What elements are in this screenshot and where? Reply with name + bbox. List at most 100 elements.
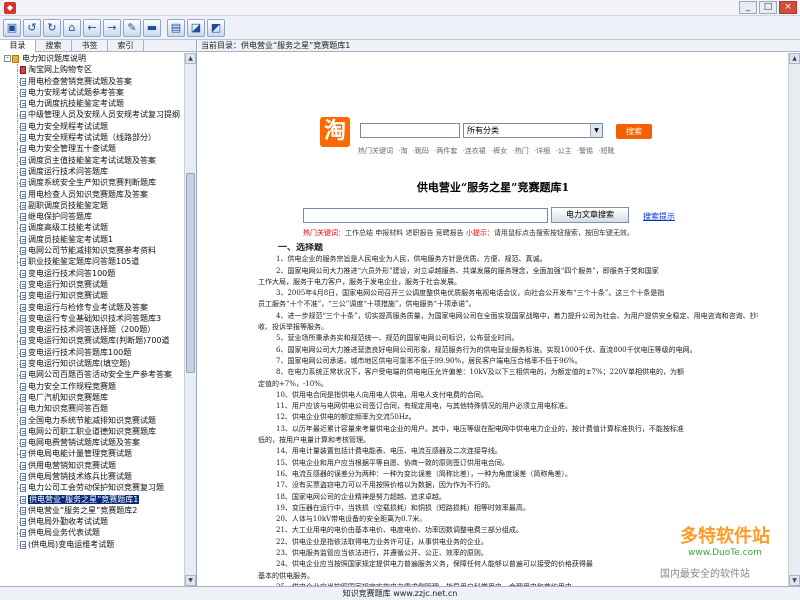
close-button[interactable]: × bbox=[779, 1, 797, 14]
refresh-icon[interactable]: ↻ bbox=[43, 18, 61, 37]
document-line: 基本的供电服务。 bbox=[258, 571, 314, 580]
content-scrollbar[interactable]: ▲ ▼ bbox=[788, 53, 800, 586]
hot-words[interactable]: 工作总结 申报材料 述职报告 竞聘报告 bbox=[345, 229, 464, 237]
tree-item[interactable]: 电力调度抗技能鉴定考试题 bbox=[0, 98, 184, 110]
tree-item[interactable]: 电力知识竞赛问答百题 bbox=[0, 403, 184, 415]
back-icon[interactable]: ↺ bbox=[23, 18, 41, 37]
tab-search[interactable]: 搜索 bbox=[36, 40, 72, 52]
scroll-down-icon[interactable]: ▼ bbox=[185, 575, 196, 586]
home-icon[interactable]: ⌂ bbox=[63, 18, 81, 37]
tree-item-label: 供电营业“服务之星”竞赛题库1 bbox=[28, 494, 140, 504]
minimize-button[interactable]: _ bbox=[739, 1, 757, 14]
taobao-logo[interactable]: 淘 bbox=[320, 117, 350, 147]
document-line: 21、大工业用电的电价由基本电价、电度电价、功率因数调整电费三部分组成。 bbox=[276, 526, 523, 535]
tree-item[interactable]: 变电运行知识试题库(填空题) bbox=[0, 358, 184, 370]
tab-index[interactable]: 索引 bbox=[108, 40, 144, 52]
tree-item[interactable]: 变电运行与检修专业考试题及答案 bbox=[0, 301, 184, 313]
taobao-hot-keywords[interactable]: 热门关键词 ·淘 ·靴码 ·两件套 ·连衣裙 ·裤女 ·热门 ·详细 ·公主 ·… bbox=[358, 146, 615, 156]
options-icon[interactable]: ◪ bbox=[187, 18, 205, 37]
search-tip-link[interactable]: 搜索提示 bbox=[643, 211, 675, 222]
taobao-category-value: 所有分类 bbox=[467, 126, 499, 135]
tree-item[interactable]: 用电检查营销竞赛试题及答案 bbox=[0, 75, 184, 87]
tree-item-label: 变电运行知识竞赛试题库(判断题)700道 bbox=[28, 336, 170, 346]
document-icon bbox=[20, 201, 26, 210]
tree-item[interactable]: 调度运行技术问答题库 bbox=[0, 165, 184, 178]
scroll-up-icon[interactable]: ▲ bbox=[789, 53, 800, 64]
article-search-input[interactable] bbox=[303, 208, 548, 223]
tree-item[interactable]: 变电运行技术问答100题 bbox=[0, 267, 184, 279]
tree-item[interactable]: 电网电费营销试题库试题及答案 bbox=[0, 437, 184, 449]
tree-root[interactable]: - 电力知识题库说明 bbox=[0, 53, 184, 64]
tree-item[interactable]: 电网公司职工职业道德知识竞赛题库 bbox=[0, 425, 184, 438]
tree-item[interactable]: 电力公司工会劳动保护知识竞赛复习题 bbox=[0, 482, 184, 494]
tree-scrollbar[interactable]: ▲ ▼ bbox=[184, 53, 196, 586]
tree-item-label: 电力知识竞赛问答百题 bbox=[28, 404, 108, 414]
document-icon bbox=[20, 213, 26, 222]
taobao-search-input[interactable] bbox=[360, 123, 460, 138]
collapse-icon[interactable]: - bbox=[4, 55, 11, 62]
hide-pane-icon[interactable]: ▣ bbox=[3, 18, 21, 37]
scroll-up-icon[interactable]: ▲ bbox=[185, 53, 196, 64]
tree-item[interactable]: 变电运行知识竞赛试题 bbox=[0, 290, 184, 302]
tree-item-label: 供用电营销知识竞赛试题 bbox=[28, 460, 116, 470]
tree-item[interactable]: 全国电力系统节能减排知识竞赛试题 bbox=[0, 414, 184, 426]
document-line: 8、在电力系统正常状况下，客户受电端的供电电压允许偏差：10kV及以下三相供电的… bbox=[276, 368, 685, 377]
tree-item[interactable]: 副职调度员技能鉴定题 bbox=[0, 199, 184, 212]
tree-item-label: 变电运行技术问答选择题（200题） bbox=[28, 325, 156, 335]
tree-item-label: 调度高级工技能考试题 bbox=[28, 223, 108, 233]
tree-item[interactable]: 调度员技能鉴定考试题1 bbox=[0, 233, 184, 246]
document-line: 24、供电企业应当按照国家规定提供电力普遍服务义务，保障任何人能够以普遍可以接受… bbox=[276, 560, 593, 569]
document-icon bbox=[20, 145, 26, 154]
tree-item[interactable]: 变电运行专业基础知识技术问答题库3 bbox=[0, 312, 184, 325]
tree-item-label: 变电运行知识竞赛试题 bbox=[28, 279, 108, 289]
tree-item[interactable]: 供电营业“服务之星”竞赛题库1 bbox=[0, 493, 184, 505]
tree-item[interactable]: 电网公司百题百答活动安全生产参考答案 bbox=[0, 369, 184, 381]
document-line: 18、国家电网公司的企业精神是努力超越、追求卓越。 bbox=[276, 492, 446, 501]
document-icon bbox=[20, 495, 26, 504]
tree-item[interactable]: 调度高级工技能考试题 bbox=[0, 222, 184, 234]
tree-item[interactable]: 电力安全工作规程竞赛题 bbox=[0, 380, 184, 392]
document-line: 7、国家电网公司承诺，城市地区供电可靠率不低于99.90%，居民客户端电压合格率… bbox=[276, 356, 582, 365]
arrow-left-icon[interactable]: ← bbox=[83, 18, 101, 37]
print-icon[interactable]: ▤ bbox=[167, 18, 185, 37]
tree-item[interactable]: 电力安规考试试题参考答案 bbox=[0, 86, 184, 99]
tree-item[interactable]: 电力安全规程考试试题（线路部分） bbox=[0, 132, 184, 144]
tree-item[interactable]: 调度系统安全生产知识竞赛判断题库 bbox=[0, 177, 184, 189]
tree-item[interactable]: 用电检查人员知识竞赛题库及答案 bbox=[0, 188, 184, 200]
tree-item[interactable]: 供电局营销技术练兵比赛试题 bbox=[0, 470, 184, 483]
tree-item[interactable]: 继电保护问答题库 bbox=[0, 211, 184, 223]
tree-item[interactable]: 变电运行知识竞赛试题库(判断题)700道 bbox=[0, 335, 184, 347]
tree-item[interactable]: 变电运行技术问答题库100题 bbox=[0, 346, 184, 359]
tree-item[interactable]: 电力安全管理五十查试题 bbox=[0, 143, 184, 155]
find-icon[interactable]: ✎ bbox=[123, 18, 141, 37]
tree-item[interactable]: 淘宝网上购物专区 bbox=[0, 64, 184, 76]
taobao-search-button[interactable]: 搜索 bbox=[616, 124, 652, 139]
tree-item[interactable]: 供电局业务代表试题 bbox=[0, 527, 184, 539]
tree-item[interactable]: 调度员主值技能鉴定考试试题及答案 bbox=[0, 154, 184, 166]
taobao-category-select[interactable]: 所有分类 ▼ bbox=[463, 123, 603, 138]
tree-item-label: 用电检查人员知识竞赛题库及答案 bbox=[28, 189, 148, 199]
article-search-button[interactable]: 电力文章搜索 bbox=[551, 207, 629, 223]
hot-label: 热门关键词： bbox=[303, 229, 345, 237]
tree-item[interactable]: 变电运行技术问答选择题（200题） bbox=[0, 324, 184, 336]
tree-item[interactable]: 供电局电能计量管理竞赛试题 bbox=[0, 448, 184, 460]
tree-item[interactable]: 电力安全规程考试试题 bbox=[0, 120, 184, 133]
tab-bookmarks[interactable]: 书签 bbox=[72, 40, 108, 52]
help-icon[interactable]: ◩ bbox=[207, 18, 225, 37]
tree-item[interactable]: 电厂汽机知识竞赛题库 bbox=[0, 391, 184, 404]
tree-item[interactable]: (供电局)变电运维考试题 bbox=[0, 538, 184, 551]
tree-item[interactable]: 电网公司节能减排知识竞赛参考资料 bbox=[0, 245, 184, 257]
tree-item[interactable]: 供用电营销知识竞赛试题 bbox=[0, 459, 184, 471]
tree-item[interactable]: 变电运行知识竞赛试题 bbox=[0, 278, 184, 291]
chevron-down-icon[interactable]: ▼ bbox=[590, 124, 602, 137]
tree-item[interactable]: 职业技能鉴定题库问答题105道 bbox=[0, 256, 184, 268]
arrow-right-icon[interactable]: → bbox=[103, 18, 121, 37]
scroll-thumb[interactable] bbox=[186, 173, 195, 373]
tree-item[interactable]: 供电营业“服务之星”竞赛题库2 bbox=[0, 504, 184, 517]
tab-contents[interactable]: 目录 bbox=[0, 40, 36, 52]
maximize-button[interactable]: □ bbox=[759, 1, 777, 14]
tree-item[interactable]: 中级管理人员及安规人员安规考试复习提纲 bbox=[0, 109, 184, 121]
tree-item[interactable]: 供电局外勤收考试试题 bbox=[0, 516, 184, 528]
scroll-down-icon[interactable]: ▼ bbox=[789, 575, 800, 586]
stop-icon[interactable]: ▬ bbox=[143, 18, 161, 37]
